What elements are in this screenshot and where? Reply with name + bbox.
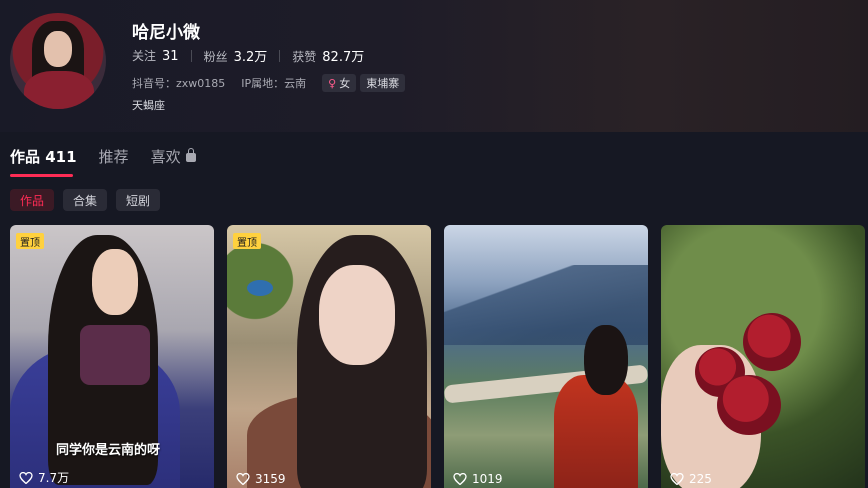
thumbnail-figure: [584, 325, 628, 395]
like-count: 225: [689, 472, 712, 486]
profile-header-background: [0, 0, 868, 132]
divider: [279, 49, 281, 62]
video-card[interactable]: 置顶 同学你是云南的呀 7.7万: [10, 225, 214, 488]
location-tag: 東埔寨: [360, 74, 406, 92]
following-label: 关注: [132, 49, 157, 63]
female-icon: ♀: [328, 76, 337, 90]
divider: [190, 49, 192, 62]
like-count: 7.7万: [38, 471, 70, 485]
tab-recommended[interactable]: 推荐: [99, 146, 129, 167]
ip-location: IP属地：云南: [241, 77, 307, 90]
likes-label: 获赞: [292, 50, 317, 64]
video-likes: 7.7万: [19, 469, 69, 486]
video-likes: 1019: [453, 472, 503, 486]
thumbnail-figure: [743, 313, 801, 371]
video-card[interactable]: 1019: [444, 225, 648, 488]
likes-count: 82.7万: [322, 50, 365, 65]
video-likes: 225: [670, 472, 712, 486]
gender-label: 女: [339, 77, 351, 90]
profile-stats: 关注 31 粉丝 3.2万 获赞 82.7万: [132, 46, 364, 65]
heart-icon: [453, 473, 467, 485]
pinned-badge: 置顶: [16, 233, 44, 249]
gender-tag: ♀ 女: [322, 74, 357, 92]
thumbnail-figure: [717, 375, 781, 435]
heart-icon: [236, 473, 250, 485]
douyin-id: 抖音号：zxw0185: [132, 77, 226, 90]
tab-works-label: 作品 411: [10, 148, 77, 166]
thumbnail-figure: [247, 280, 273, 296]
content-filter: 作品 合集 短剧: [10, 189, 169, 211]
likes-stat[interactable]: 获赞 82.7万: [292, 46, 364, 65]
video-card[interactable]: 225: [661, 225, 865, 488]
video-likes: 3159: [236, 472, 286, 486]
tab-likes-label: 喜欢: [150, 148, 181, 166]
filter-collections[interactable]: 合集: [63, 189, 108, 211]
filter-works[interactable]: 作品: [10, 189, 55, 211]
video-caption: 同学你是云南的呀: [56, 443, 161, 458]
video-card[interactable]: 置顶 3159: [227, 225, 431, 488]
avatar[interactable]: [10, 13, 106, 109]
thumbnail-figure: [92, 249, 138, 315]
profile-signature: 天蝎座: [132, 99, 165, 112]
followers-label: 粉丝: [203, 50, 228, 64]
pinned-badge: 置顶: [233, 233, 261, 249]
video-grid: 置顶 同学你是云南的呀 7.7万 置顶 3159 1019 225: [10, 225, 865, 488]
following-stat[interactable]: 关注 31: [132, 47, 179, 64]
lock-icon: [185, 148, 196, 162]
tab-recommended-label: 推荐: [98, 148, 129, 166]
following-count: 31: [162, 49, 179, 64]
followers-count: 3.2万: [233, 50, 268, 65]
filter-short-dramas[interactable]: 短剧: [116, 189, 161, 211]
active-tab-indicator: [10, 174, 73, 177]
heart-icon: [19, 471, 33, 484]
like-count: 3159: [255, 472, 286, 486]
followers-stat[interactable]: 粉丝 3.2万: [204, 46, 268, 65]
thumbnail-figure: [80, 325, 150, 385]
profile-name: 哈尼小微: [132, 23, 200, 43]
like-count: 1019: [472, 472, 503, 486]
profile-meta: 抖音号：zxw0185 IP属地：云南 ♀ 女 東埔寨: [132, 74, 409, 92]
profile-tabs: 作品 411 推荐 喜欢: [10, 146, 218, 167]
tab-works[interactable]: 作品 411: [10, 146, 77, 167]
thumbnail-figure: [319, 265, 395, 365]
tab-likes[interactable]: 喜欢: [151, 146, 196, 167]
heart-icon: [670, 473, 684, 485]
